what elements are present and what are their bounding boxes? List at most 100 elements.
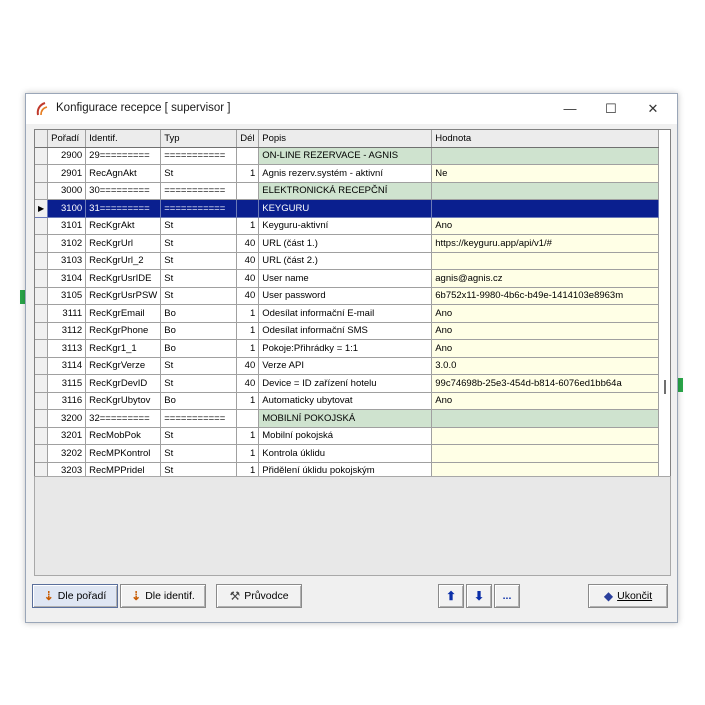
cell-typ[interactable]: =========== xyxy=(160,182,238,200)
cell-identif[interactable]: RecKgrUrl_2 xyxy=(85,252,162,270)
cell-hodnota[interactable] xyxy=(431,462,660,476)
table-row[interactable]: 2900 29========= =========== ON-LINE REZERV… xyxy=(35,147,660,165)
table-row[interactable]: 3111 RecKgrEmail Bo 1 Odesílat informační E-… xyxy=(35,304,660,323)
cell-del[interactable]: 40 xyxy=(236,287,260,305)
table-row[interactable]: 3103 RecKgrUrl_2 St 40 URL (část 2.) xyxy=(35,252,660,270)
cell-hodnota[interactable] xyxy=(431,182,660,200)
cell-popis[interactable]: URL (část 1.) xyxy=(258,234,433,253)
cell-identif[interactable]: RecKgrUrl xyxy=(85,234,162,253)
table-row[interactable]: 3000 30========= =========== ELEKTRONICKÁ R… xyxy=(35,182,660,200)
row-indicator[interactable] xyxy=(35,234,49,253)
cell-popis[interactable]: ON-LINE REZERVACE - AGNIS xyxy=(258,147,433,165)
cell-identif[interactable]: RecMobPok xyxy=(85,427,162,445)
cell-hodnota[interactable] xyxy=(431,252,660,270)
table-row[interactable]: 3203 RecMPPridel St 1 Přidělení úklidu pokoj… xyxy=(35,462,660,476)
cell-del[interactable] xyxy=(236,409,260,428)
cell-typ[interactable]: St xyxy=(160,269,238,288)
cell-popis[interactable]: Device = ID zařízení hotelu xyxy=(258,374,433,393)
config-grid[interactable]: Pořadí Identif. Typ Dél Popis Hodnota 29… xyxy=(34,129,671,477)
cell-del[interactable] xyxy=(236,147,260,165)
row-indicator[interactable] xyxy=(35,217,49,235)
sort-by-order-button[interactable]: ⇣ Dle pořadí xyxy=(32,584,118,608)
cell-typ[interactable]: St xyxy=(160,374,238,393)
cell-popis[interactable]: KEYGURU xyxy=(258,199,433,218)
cell-popis[interactable]: ELEKTRONICKÁ RECEPČNÍ xyxy=(258,182,433,200)
cell-popis[interactable]: Keyguru-aktivní xyxy=(258,217,433,235)
table-row[interactable]: 3200 32========= =========== MOBILNÍ POKOJS… xyxy=(35,409,660,428)
cell-hodnota[interactable]: Ano xyxy=(431,392,660,410)
cell-typ[interactable]: =========== xyxy=(160,409,238,428)
cell-identif[interactable]: RecKgrUbytov xyxy=(85,392,162,410)
cell-del[interactable]: 1 xyxy=(236,444,260,463)
cell-poradi[interactable]: 3000 xyxy=(47,182,87,200)
cell-del[interactable]: 1 xyxy=(236,304,260,323)
cell-typ[interactable]: St xyxy=(160,252,238,270)
row-indicator[interactable] xyxy=(35,462,49,476)
table-row[interactable]: 3116 RecKgrUbytov Bo 1 Automaticky ubytovat A… xyxy=(35,392,660,410)
cell-typ[interactable]: St xyxy=(160,357,238,375)
cell-identif[interactable]: RecKgrVerze xyxy=(85,357,162,375)
cell-del[interactable]: 40 xyxy=(236,252,260,270)
cell-hodnota[interactable] xyxy=(431,427,660,445)
cell-popis[interactable]: URL (část 2.) xyxy=(258,252,433,270)
cell-poradi[interactable]: 3111 xyxy=(47,304,87,323)
minimize-button[interactable]: — xyxy=(555,99,585,119)
table-row[interactable]: 3101 RecKgrAkt St 1 Keyguru-aktivní Ano xyxy=(35,217,660,235)
row-indicator[interactable] xyxy=(35,339,49,358)
cell-hodnota[interactable]: 6b752x11-9980-4b6c-b49e-1414103e8963m xyxy=(431,287,660,305)
cell-del[interactable]: 40 xyxy=(236,357,260,375)
cell-popis[interactable]: Verze API xyxy=(258,357,433,375)
column-header-popis[interactable]: Popis xyxy=(258,130,433,148)
wizard-button[interactable]: ⚒ Průvodce xyxy=(216,584,302,608)
cell-poradi[interactable]: 3116 xyxy=(47,392,87,410)
row-indicator[interactable] xyxy=(35,427,49,445)
column-header-hodnota[interactable]: Hodnota xyxy=(431,130,660,148)
row-indicator[interactable] xyxy=(35,252,49,270)
cell-poradi[interactable]: 3114 xyxy=(47,357,87,375)
cell-identif[interactable]: RecKgrAkt xyxy=(85,217,162,235)
cell-hodnota[interactable]: Ne xyxy=(431,164,660,183)
cell-popis[interactable]: User name xyxy=(258,269,433,288)
cell-identif[interactable]: RecMPPridel xyxy=(85,462,162,476)
cell-poradi[interactable]: 3103 xyxy=(47,252,87,270)
cell-poradi[interactable]: 2901 xyxy=(47,164,87,183)
row-indicator[interactable] xyxy=(35,164,49,183)
cell-hodnota[interactable]: https://keyguru.app/api/v1/# xyxy=(431,234,660,253)
move-up-button[interactable]: ⬆ xyxy=(438,584,464,608)
table-row[interactable]: 3102 RecKgrUrl St 40 URL (část 1.) https://ke… xyxy=(35,234,660,253)
table-row[interactable]: 3114 RecKgrVerze St 40 Verze API 3.0.0 xyxy=(35,357,660,375)
cell-identif[interactable]: 32========= xyxy=(85,409,162,428)
cell-identif[interactable]: RecKgr1_1 xyxy=(85,339,162,358)
cell-del[interactable]: 1 xyxy=(236,462,260,476)
cell-typ[interactable]: Bo xyxy=(160,304,238,323)
cell-hodnota[interactable]: Ano xyxy=(431,322,660,340)
table-row[interactable]: 3202 RecMPKontrol St 1 Kontrola úklidu xyxy=(35,444,660,463)
row-indicator[interactable] xyxy=(35,374,49,393)
cell-typ[interactable]: St xyxy=(160,462,238,476)
cell-typ[interactable]: St xyxy=(160,427,238,445)
cell-del[interactable] xyxy=(236,182,260,200)
cell-popis[interactable]: Pokoje:Přihrádky = 1:1 xyxy=(258,339,433,358)
cell-poradi[interactable]: 3201 xyxy=(47,427,87,445)
table-row[interactable]: 2901 RecAgnAkt St 1 Agnis rezerv.systém - ak… xyxy=(35,164,660,183)
cell-poradi[interactable]: 3202 xyxy=(47,444,87,463)
cell-typ[interactable]: St xyxy=(160,217,238,235)
cell-poradi[interactable]: 3115 xyxy=(47,374,87,393)
column-header-poradi[interactable]: Pořadí xyxy=(47,130,87,148)
cell-popis[interactable]: Agnis rezerv.systém - aktivní xyxy=(258,164,433,183)
more-options-button[interactable]: ... xyxy=(494,584,520,608)
cell-popis[interactable]: MOBILNÍ POKOJSKÁ xyxy=(258,409,433,428)
cell-hodnota[interactable]: 3.0.0 xyxy=(431,357,660,375)
cell-popis[interactable]: Přidělení úklidu pokojským xyxy=(258,462,433,476)
cell-poradi[interactable]: 3105 xyxy=(47,287,87,305)
cell-identif[interactable]: 29========= xyxy=(85,147,162,165)
sort-by-ident-button[interactable]: ⇣ Dle identif. xyxy=(120,584,206,608)
cell-hodnota[interactable]: 99c74698b-25e3-454d-b814-6076ed1bb64a xyxy=(431,374,660,393)
cell-del[interactable]: 40 xyxy=(236,234,260,253)
cell-typ[interactable]: Bo xyxy=(160,392,238,410)
row-indicator[interactable] xyxy=(35,392,49,410)
cell-popis[interactable]: Odesílat informační SMS xyxy=(258,322,433,340)
cell-poradi[interactable]: 3203 xyxy=(47,462,87,476)
cell-typ[interactable]: St xyxy=(160,164,238,183)
row-indicator[interactable] xyxy=(35,287,49,305)
